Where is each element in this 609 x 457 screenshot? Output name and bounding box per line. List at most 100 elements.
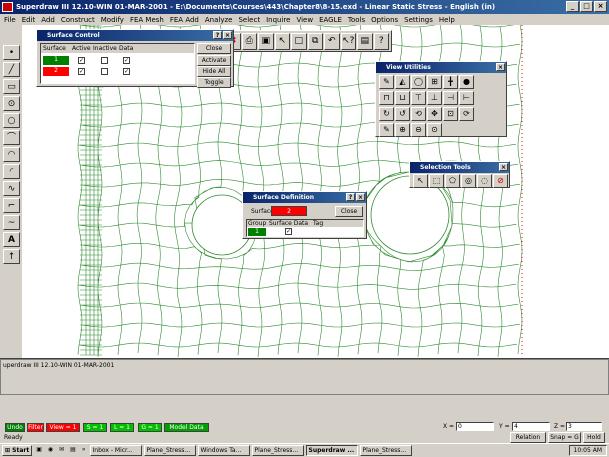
menu-item-options[interactable]: Options <box>371 16 398 24</box>
menu-item-modify[interactable]: Modify <box>101 16 124 24</box>
pointer-icon[interactable]: ↖ <box>274 33 290 50</box>
deselect-icon[interactable]: ⊘ <box>493 174 508 188</box>
pencil-icon[interactable]: ✎ <box>379 75 394 89</box>
taskbar-item[interactable]: Inbox - Micr... <box>89 445 142 456</box>
quicklaunch-icon[interactable]: ✉ <box>57 445 66 456</box>
zoom-in-icon[interactable]: ⊕ <box>395 123 410 137</box>
arrow-up-tool-icon[interactable]: ↑ <box>3 249 20 264</box>
line-tool-icon[interactable]: ╱ <box>3 62 20 77</box>
zoom-window-icon[interactable]: ⊞ <box>427 75 442 89</box>
menu-item-settings[interactable]: Settings <box>404 16 433 24</box>
menu-item-help[interactable]: Help <box>439 16 455 24</box>
taskbar-item[interactable]: Superdraw ... <box>305 445 358 456</box>
quicklaunch-icon[interactable]: ▤ <box>68 445 78 456</box>
copy-icon[interactable]: ⧉ <box>307 33 323 50</box>
menu-item-view[interactable]: View <box>296 16 313 24</box>
fillet-tool-icon[interactable]: ⌐ <box>3 198 20 213</box>
crosshair-icon[interactable]: ╋ <box>443 75 458 89</box>
arc-tool-icon[interactable]: ⌒ <box>3 130 20 145</box>
snap-button[interactable]: Snap = G <box>548 432 581 443</box>
close-icon[interactable]: × <box>223 31 232 39</box>
menu-item-file[interactable]: File <box>4 16 16 24</box>
status-tag-g-1[interactable]: G = 1 <box>138 423 162 432</box>
status-tag-model-data[interactable]: Model Data <box>164 423 209 432</box>
surface-value[interactable]: 2 <box>271 206 307 216</box>
help-icon[interactable]: ? <box>373 33 389 50</box>
y-field[interactable]: 4 <box>512 422 550 431</box>
start-button[interactable]: ⊞ Start <box>2 445 33 456</box>
active-checkbox[interactable]: ✓ <box>78 57 85 64</box>
menu-item-fea-mesh[interactable]: FEA Mesh <box>130 16 164 24</box>
circle-center-tool-icon[interactable]: ⊙ <box>3 96 20 111</box>
quicklaunch-icon[interactable]: » <box>80 445 88 456</box>
menu-item-add[interactable]: Add <box>41 16 55 24</box>
point-tool-icon[interactable]: • <box>3 45 20 60</box>
status-tag-undo[interactable]: Undo <box>5 423 25 432</box>
circle-tool-icon[interactable]: ○ <box>3 113 20 128</box>
inactive-checkbox[interactable] <box>101 57 108 64</box>
inactive-checkbox[interactable] <box>101 68 108 75</box>
data-checkbox[interactable]: ✓ <box>123 57 130 64</box>
undo-curve-icon[interactable]: ↶ <box>324 33 340 50</box>
maximize-button[interactable]: □ <box>580 1 593 12</box>
zoom-out-icon[interactable]: ⊖ <box>411 123 426 137</box>
status-tag-filter[interactable]: Filter <box>27 423 44 432</box>
eraser-icon[interactable]: ✎ <box>379 123 394 137</box>
help-what-icon[interactable]: ↖? <box>340 33 356 50</box>
quicklaunch-icon[interactable]: ▣ <box>34 445 44 456</box>
blank-icon[interactable]: □ <box>291 33 307 50</box>
close-button[interactable]: × <box>594 1 607 12</box>
quicklaunch-icon[interactable]: ◉ <box>46 445 55 456</box>
menu-item-construct[interactable]: Construct <box>61 16 95 24</box>
hide-all-button[interactable]: Hide All <box>197 66 231 77</box>
zoom-all-icon[interactable]: ⊙ <box>427 123 442 137</box>
status-tag-s-1[interactable]: S = 1 <box>83 423 107 432</box>
toggle-button[interactable]: Toggle <box>197 77 231 88</box>
select-point-icon[interactable]: ↖ <box>413 174 428 188</box>
menu-item-fea-add[interactable]: FEA Add <box>170 16 199 24</box>
select-circle-icon[interactable]: ◎ <box>461 174 476 188</box>
status-tag-l-1[interactable]: L = 1 <box>110 423 134 432</box>
view-left-icon[interactable]: ⊣ <box>443 91 458 105</box>
pan-icon[interactable]: ✥ <box>427 107 442 121</box>
image-icon[interactable]: ▤ <box>357 33 373 50</box>
rotate-y-icon[interactable]: ↺ <box>395 107 410 121</box>
curve-tool-icon[interactable]: ∿ <box>3 181 20 196</box>
print-icon[interactable]: ⎙ <box>241 33 257 50</box>
menu-item-eagle[interactable]: EAGLE <box>319 16 342 24</box>
active-checkbox[interactable]: ✓ <box>78 68 85 75</box>
camera-icon[interactable]: ▣ <box>258 33 274 50</box>
sphere-icon[interactable]: ● <box>459 75 474 89</box>
arc2-tool-icon[interactable]: ◠ <box>3 147 20 162</box>
close-icon[interactable]: × <box>496 63 505 71</box>
relation-button[interactable]: Relation <box>510 432 546 443</box>
close-button[interactable]: Close <box>335 206 363 217</box>
wireframe-icon[interactable]: ◭ <box>395 75 410 89</box>
close-icon[interactable]: × <box>356 193 365 201</box>
menu-item-analyze[interactable]: Analyze <box>205 16 233 24</box>
fit-icon[interactable]: ⊡ <box>443 107 458 121</box>
select-lasso-icon[interactable]: ◌ <box>477 174 492 188</box>
taskbar-item[interactable]: Plane_Stress... <box>143 445 196 456</box>
close-button[interactable]: Close <box>197 43 231 54</box>
rotate-z-icon[interactable]: ⟲ <box>411 107 426 121</box>
activate-all-button[interactable]: Activate All <box>197 55 231 73</box>
surface-row[interactable]: 2 ✓ ✓ <box>41 67 194 77</box>
view-right-icon[interactable]: ⊢ <box>459 91 474 105</box>
rotate-x-icon[interactable]: ↻ <box>379 107 394 121</box>
text-tool-icon[interactable]: A <box>3 232 20 247</box>
data-checkbox[interactable]: ✓ <box>123 68 130 75</box>
view-back-icon[interactable]: ⊔ <box>395 91 410 105</box>
arc3-tool-icon[interactable]: ◜ <box>3 164 20 179</box>
view-bottom-icon[interactable]: ⊥ <box>427 91 442 105</box>
help-icon[interactable]: ? <box>346 193 355 201</box>
hold-button[interactable]: Hold <box>583 432 605 443</box>
taskbar-item[interactable]: Plane_Stress... <box>251 445 304 456</box>
surface-data-checkbox[interactable]: ✓ <box>285 228 292 235</box>
x-field[interactable]: 0 <box>456 422 494 431</box>
view-top-icon[interactable]: ⊤ <box>411 91 426 105</box>
view-front-icon[interactable]: ⊓ <box>379 91 394 105</box>
menu-item-inquire[interactable]: Inquire <box>266 16 290 24</box>
menu-item-edit[interactable]: Edit <box>22 16 36 24</box>
circle-view-icon[interactable]: ◯ <box>411 75 426 89</box>
